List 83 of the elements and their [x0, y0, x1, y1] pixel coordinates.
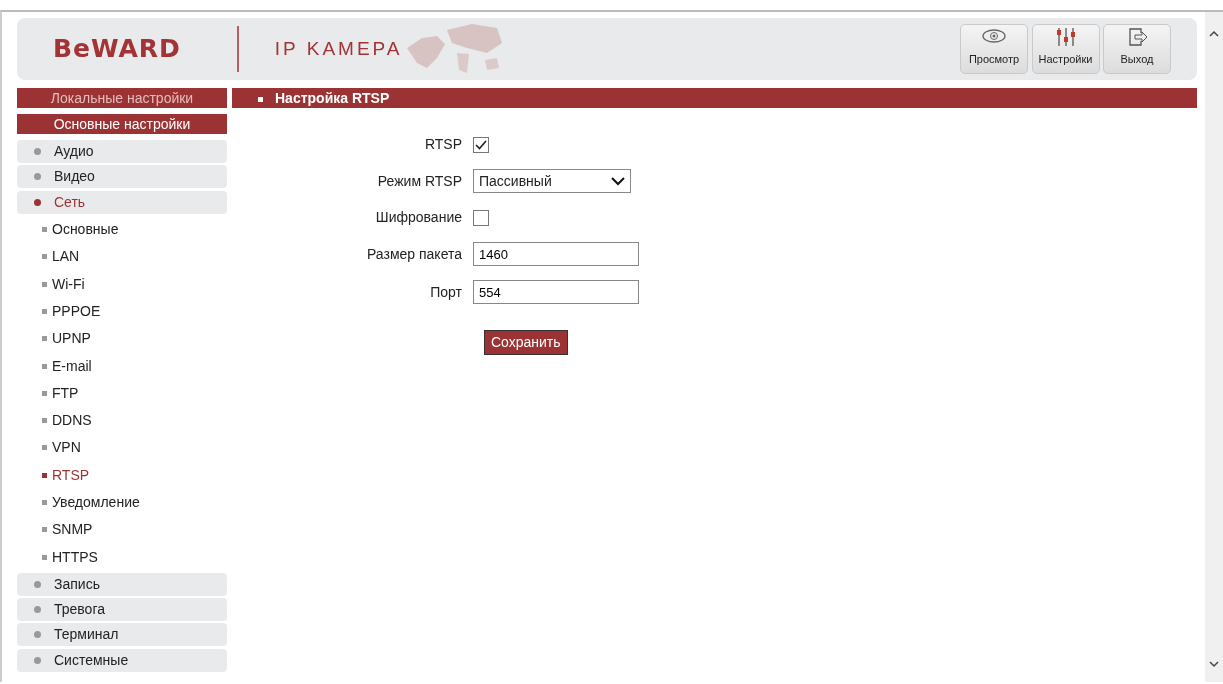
- menu-item[interactable]: HTTPS: [17, 543, 227, 571]
- bullet-square-icon: [42, 281, 47, 287]
- menu-item[interactable]: RTSP: [17, 461, 227, 489]
- save-button[interactable]: Сохранить: [484, 330, 568, 355]
- bullet-square-icon: [42, 500, 47, 505]
- menu-item-label[interactable]: FTP: [52, 382, 79, 404]
- checkbox[interactable]: [473, 136, 489, 153]
- bullet-square-icon: [42, 363, 47, 369]
- menu-item-label[interactable]: Уведомление: [52, 492, 140, 513]
- menu-item-label[interactable]: Системные: [54, 649, 129, 671]
- bullet-square-icon: [42, 336, 47, 342]
- menu-item[interactable]: DDNS: [17, 406, 227, 435]
- logo: BeWARD: [53, 33, 181, 66]
- menu-item[interactable]: Аудио: [17, 140, 227, 163]
- menu-item-label[interactable]: RTSP: [52, 464, 90, 486]
- bullet-dot-icon: [34, 656, 41, 664]
- bullet-square-icon: [42, 227, 47, 233]
- bullet-dot-icon: [34, 173, 41, 181]
- menu-item-label[interactable]: DDNS: [52, 410, 92, 432]
- scroll-up-icon[interactable]: [1209, 30, 1219, 37]
- bullet-square-icon: [42, 308, 47, 314]
- menu-item[interactable]: PPPOE: [17, 297, 227, 326]
- menu-item-label[interactable]: PPPOE: [52, 300, 101, 322]
- menu-item-label[interactable]: LAN: [52, 246, 80, 268]
- menu-item-label[interactable]: Аудио: [54, 141, 94, 162]
- field-label: Размер пакета: [365, 244, 462, 264]
- menu-item-label[interactable]: HTTPS: [52, 546, 98, 568]
- bullet-square-icon: [42, 554, 47, 560]
- scroll-down-icon[interactable]: [1209, 661, 1219, 668]
- bullet-square-icon: [42, 418, 47, 424]
- input-field[interactable]: 554: [473, 280, 639, 304]
- menu-item-label[interactable]: Видео: [54, 166, 95, 188]
- bullet-square-icon: [42, 445, 47, 451]
- menu-item[interactable]: VPN: [17, 434, 227, 462]
- menu-item[interactable]: E-mail: [17, 352, 227, 380]
- field-label: Шифрование: [374, 208, 462, 227]
- menu-item[interactable]: Уведомление: [17, 488, 227, 517]
- bullet-square-icon: [42, 254, 47, 260]
- bullet-dot-icon: [34, 606, 41, 614]
- field-label: Порт: [429, 282, 462, 302]
- input-field[interactable]: 1460: [473, 242, 639, 266]
- menu-item-label[interactable]: Запись: [54, 573, 100, 595]
- menu-item-label[interactable]: Wi-Fi: [52, 273, 85, 295]
- section-title: Настройка RTSP: [232, 88, 1197, 108]
- bullet-dot-icon: [34, 148, 41, 155]
- bullet-square-icon: [42, 472, 47, 478]
- scrollbar[interactable]: [1205, 12, 1223, 682]
- toolbar-button[interactable]: Выход: [1103, 24, 1171, 74]
- menu-item[interactable]: Терминал: [17, 623, 227, 647]
- menu-item-label[interactable]: Основные: [52, 219, 119, 241]
- dropdown[interactable]: Пассивный: [473, 169, 631, 193]
- menu-item[interactable]: FTP: [17, 379, 227, 407]
- menu-item[interactable]: Запись: [17, 572, 227, 596]
- bullet-square-icon: [42, 390, 47, 396]
- field-label: RTSP: [423, 135, 462, 154]
- bullet-dot-icon: [34, 631, 41, 639]
- sidebar-section-tab[interactable]: Локальные настройки: [17, 88, 227, 108]
- menu-item[interactable]: Сеть: [17, 190, 227, 214]
- menu-item[interactable]: Wi-Fi: [17, 270, 227, 298]
- menu-item[interactable]: Тревога: [17, 598, 227, 622]
- field-label: Режим RTSP: [376, 171, 462, 191]
- menu-item-label[interactable]: Терминал: [54, 624, 119, 646]
- bullet-dot-icon: [34, 580, 41, 588]
- menu-item[interactable]: LAN: [17, 243, 227, 271]
- subtitle: IP KAMEPA: [274, 36, 403, 61]
- chevron-down-icon: [611, 176, 625, 186]
- menu-item[interactable]: Видео: [17, 165, 227, 189]
- toolbar-button[interactable]: Просмотр: [960, 24, 1028, 74]
- bullet-square-icon: [42, 527, 47, 533]
- menu-item[interactable]: UPNP: [17, 325, 227, 353]
- menu-item[interactable]: Системные: [17, 648, 227, 672]
- sidebar-section-tab[interactable]: Основные настройки: [17, 114, 227, 134]
- menu-item-label[interactable]: Сеть: [54, 191, 86, 213]
- menu-item-label[interactable]: SNMP: [52, 519, 93, 541]
- menu-item[interactable]: SNMP: [17, 516, 227, 544]
- menu-item-label[interactable]: Тревога: [54, 599, 105, 621]
- menu-item-label[interactable]: UPNP: [52, 328, 91, 350]
- menu-item-label[interactable]: E-mail: [52, 355, 92, 377]
- bullet-dot-icon: [34, 198, 41, 206]
- menu-item-label[interactable]: VPN: [52, 437, 81, 459]
- toolbar-button[interactable]: Настройки: [1031, 24, 1100, 74]
- checkbox[interactable]: [473, 209, 489, 226]
- menu-item[interactable]: Основные: [17, 215, 227, 244]
